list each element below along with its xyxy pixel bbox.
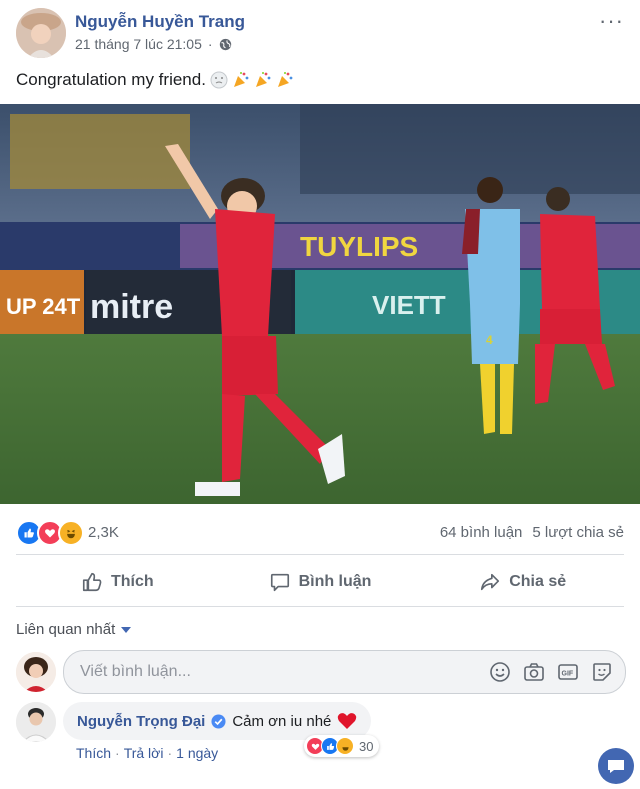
share-button[interactable]: Chia sẻ xyxy=(421,560,624,604)
comment-input[interactable]: Viết bình luận... GIF xyxy=(63,650,626,694)
reaction-icons[interactable] xyxy=(16,520,84,546)
shares-count-link[interactable]: 5 lượt chia sẻ xyxy=(532,524,624,541)
comment-text: Cảm ơn iu nhé xyxy=(232,712,332,730)
comment-sort-label: Liên quan nhất xyxy=(16,621,116,638)
comment-time[interactable]: 1 ngày xyxy=(176,745,218,761)
comment-reply-link[interactable]: Trả lời xyxy=(124,745,164,761)
post-text: Congratulation my friend. xyxy=(16,70,206,89)
post-photo[interactable]: UP 24T mitre TUYLIPS VIETT 36 4 xyxy=(0,104,640,504)
banner-text: UP 24T xyxy=(6,294,81,319)
divider xyxy=(16,606,624,607)
post-meta: 21 tháng 7 lúc 21:05 · xyxy=(75,36,232,52)
camera-icon[interactable] xyxy=(523,661,545,683)
gif-icon[interactable]: GIF xyxy=(557,661,579,683)
verified-badge-icon xyxy=(211,713,226,729)
commenter-name[interactable]: Nguyễn Trọng Đại xyxy=(77,713,205,730)
thumbs-up-icon xyxy=(82,572,102,592)
comment-button[interactable]: Bình luận xyxy=(219,560,422,604)
separator: · xyxy=(207,36,213,52)
chat-icon xyxy=(608,760,624,773)
banner-text: VIETT xyxy=(372,290,446,320)
current-user-avatar[interactable] xyxy=(16,652,56,692)
emoji-icon[interactable] xyxy=(489,661,511,683)
divider xyxy=(16,554,624,555)
sad-face-icon xyxy=(210,71,228,89)
share-label: Chia sẻ xyxy=(509,573,567,590)
haha-icon xyxy=(336,737,354,755)
composer-tools: GIF xyxy=(489,661,613,683)
red-heart-icon xyxy=(338,713,357,729)
reactions-summary: 2,3K 64 bình luận 5 lượt chia sẻ xyxy=(16,518,624,546)
comments-count-link[interactable]: 64 bình luận xyxy=(440,524,523,541)
comment-composer: Viết bình luận... GIF xyxy=(16,650,626,694)
comment-links: Thích · Trả lời · 1 ngày xyxy=(76,745,218,761)
post-actions: Thích Bình luận Chia sẻ xyxy=(16,560,624,604)
share-arrow-icon xyxy=(481,573,500,591)
separator: · xyxy=(115,745,120,761)
comment-reactions[interactable]: 30 xyxy=(304,735,380,757)
haha-icon xyxy=(58,520,84,546)
comment-bubble-icon xyxy=(270,573,289,592)
banner-text: mitre xyxy=(90,288,173,326)
caret-down-icon xyxy=(121,626,132,633)
comment-item: Nguyễn Trọng Đại Cảm ơn iu nhé Thích · T… xyxy=(16,700,624,774)
comment-input-placeholder: Viết bình luận... xyxy=(80,663,191,680)
banner-text: TUYLIPS xyxy=(300,231,418,262)
party-popper-icon xyxy=(255,72,271,87)
author-avatar[interactable] xyxy=(16,8,66,58)
like-label: Thích xyxy=(111,573,154,590)
comment-sort-dropdown[interactable]: Liên quan nhất xyxy=(16,621,132,638)
comment-like-link[interactable]: Thích xyxy=(76,745,111,761)
svg-text:GIF: GIF xyxy=(562,671,574,678)
sticker-icon[interactable] xyxy=(591,661,613,683)
post-text-row: Congratulation my friend. xyxy=(16,70,294,90)
globe-icon[interactable] xyxy=(219,38,232,51)
party-popper-icon xyxy=(277,72,293,87)
more-options-button[interactable]: ··· xyxy=(599,8,624,34)
separator: · xyxy=(167,745,173,761)
party-popper-icon xyxy=(233,72,249,87)
messenger-chat-button[interactable] xyxy=(598,748,634,784)
post-header: Nguyễn Huyền Trang 21 tháng 7 lúc 21:05 … xyxy=(16,8,624,60)
jersey-number: 4 xyxy=(486,333,493,347)
commenter-avatar[interactable] xyxy=(16,702,56,742)
post-timestamp[interactable]: 21 tháng 7 lúc 21:05 xyxy=(75,36,202,52)
comment-label: Bình luận xyxy=(298,573,372,590)
author-name[interactable]: Nguyễn Huyền Trang xyxy=(75,12,245,32)
comment-reaction-count: 30 xyxy=(359,738,374,754)
like-button[interactable]: Thích xyxy=(16,560,219,604)
reaction-count[interactable]: 2,3K xyxy=(88,524,119,541)
